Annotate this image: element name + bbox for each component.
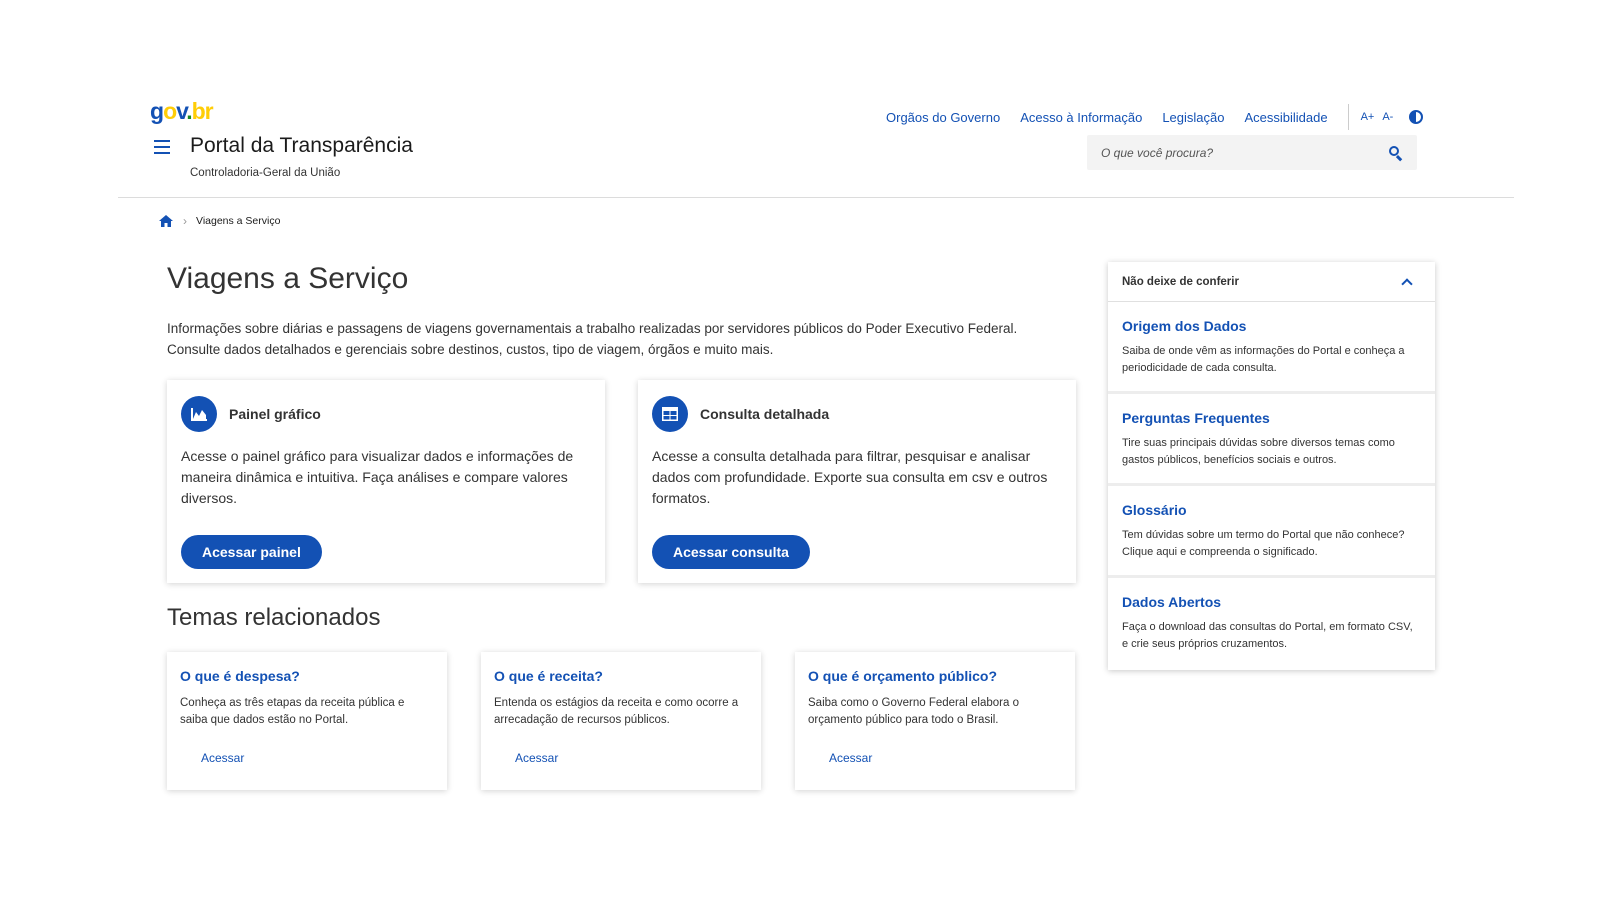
- font-increase-button[interactable]: A+: [1361, 111, 1375, 123]
- related-card-link[interactable]: Acessar: [829, 751, 872, 765]
- logo-br: br: [191, 98, 214, 124]
- sidebar-item-title: Perguntas Frequentes: [1122, 410, 1270, 426]
- related-card-link[interactable]: Acessar: [201, 751, 244, 765]
- search-icon[interactable]: [1389, 145, 1403, 161]
- chart-icon: [181, 396, 217, 432]
- nav-orgaos-governo[interactable]: Orgãos do Governo: [886, 110, 1000, 125]
- nav-acesso-informacao[interactable]: Acesso à Informação: [1020, 110, 1142, 125]
- sidebar-item-description: Tem dúvidas sobre um termo do Portal que…: [1122, 529, 1405, 558]
- sidebar-item-title: Dados Abertos: [1122, 594, 1222, 610]
- home-icon[interactable]: [158, 214, 174, 228]
- govbr-logo[interactable]: gov.br: [150, 98, 214, 125]
- related-card-link[interactable]: Acessar: [515, 751, 558, 765]
- sidebar-title: Não deixe de conferir: [1122, 275, 1239, 288]
- chevron-right-icon: ›: [183, 214, 187, 228]
- menu-icon[interactable]: [154, 140, 170, 154]
- page-title: Viagens a Serviço: [167, 262, 409, 295]
- logo-v: v: [176, 98, 187, 124]
- related-section-title: Temas relacionados: [167, 604, 381, 631]
- related-card-description: Entenda os estágios da receita e como oc…: [494, 697, 739, 726]
- sidebar-header[interactable]: Não deixe de conferir: [1108, 262, 1435, 302]
- sidebar-item-origem-dados[interactable]: Origem dos Dados Saiba de onde vêm as in…: [1108, 302, 1435, 394]
- related-card-description: Saiba como o Governo Federal elabora o o…: [808, 697, 1019, 726]
- chevron-up-icon[interactable]: [1401, 278, 1413, 290]
- related-card-despesa: O que é despesa? Conheça as três etapas …: [167, 652, 447, 790]
- nav-acessibilidade[interactable]: Acessibilidade: [1244, 110, 1327, 125]
- header-divider: [118, 197, 1514, 198]
- related-card-title[interactable]: O que é orçamento público?: [808, 668, 1062, 684]
- breadcrumb-current: Viagens a Serviço: [196, 215, 281, 227]
- sidebar-item-glossario[interactable]: Glossário Tem dúvidas sobre um termo do …: [1108, 486, 1435, 578]
- card-description: Acesse o painel gráfico para visualizar …: [181, 448, 574, 506]
- related-card-orcamento: O que é orçamento público? Saiba como o …: [795, 652, 1075, 790]
- sidebar-item-perguntas-frequentes[interactable]: Perguntas Frequentes Tire suas principai…: [1108, 394, 1435, 486]
- font-decrease-button[interactable]: A-: [1382, 111, 1393, 123]
- card-description: Acesse a consulta detalhada para filtrar…: [652, 448, 1048, 506]
- nav-divider: [1347, 104, 1349, 130]
- card-consulta-detalhada: Consulta detalhada Acesse a consulta det…: [638, 380, 1076, 583]
- card-painel-grafico: Painel gráfico Acesse o painel gráfico p…: [167, 380, 605, 583]
- acessar-painel-button[interactable]: Acessar painel: [181, 535, 322, 569]
- card-title: Consulta detalhada: [700, 406, 830, 422]
- sidebar-item-dados-abertos[interactable]: Dados Abertos Faça o download das consul…: [1108, 578, 1435, 670]
- sidebar-item-description: Saiba de onde vêm as informações do Port…: [1122, 345, 1405, 374]
- logo-g: g: [150, 98, 164, 124]
- card-title: Painel gráfico: [229, 406, 321, 422]
- logo-o: o: [163, 98, 177, 124]
- search-bar: [1087, 135, 1417, 170]
- page-intro: Informações sobre diárias e passagens de…: [167, 321, 1018, 357]
- site-title[interactable]: Portal da Transparência: [190, 134, 413, 158]
- contrast-icon[interactable]: [1409, 110, 1424, 124]
- sidebar-nao-deixe-de-conferir: Não deixe de conferir Origem dos Dados S…: [1108, 262, 1435, 670]
- related-card-receita: O que é receita? Entenda os estágios da …: [481, 652, 761, 790]
- breadcrumb: › Viagens a Serviço: [158, 214, 280, 228]
- sidebar-item-description: Faça o download das consultas do Portal,…: [1122, 621, 1413, 650]
- nav-legislacao[interactable]: Legislação: [1162, 110, 1224, 125]
- acessar-consulta-button[interactable]: Acessar consulta: [652, 535, 810, 569]
- top-nav: Orgãos do Governo Acesso à Informação Le…: [886, 104, 1424, 130]
- sidebar-item-description: Tire suas principais dúvidas sobre diver…: [1122, 437, 1395, 466]
- search-input[interactable]: [1101, 145, 1389, 160]
- sidebar-item-title: Glossário: [1122, 502, 1187, 518]
- table-icon: [652, 396, 688, 432]
- related-card-title[interactable]: O que é despesa?: [180, 668, 434, 684]
- related-card-description: Conheça as três etapas da receita públic…: [180, 697, 405, 726]
- related-card-title[interactable]: O que é receita?: [494, 668, 748, 684]
- sidebar-item-title: Origem dos Dados: [1122, 318, 1247, 334]
- site-subtitle: Controladoria-Geral da União: [190, 167, 341, 179]
